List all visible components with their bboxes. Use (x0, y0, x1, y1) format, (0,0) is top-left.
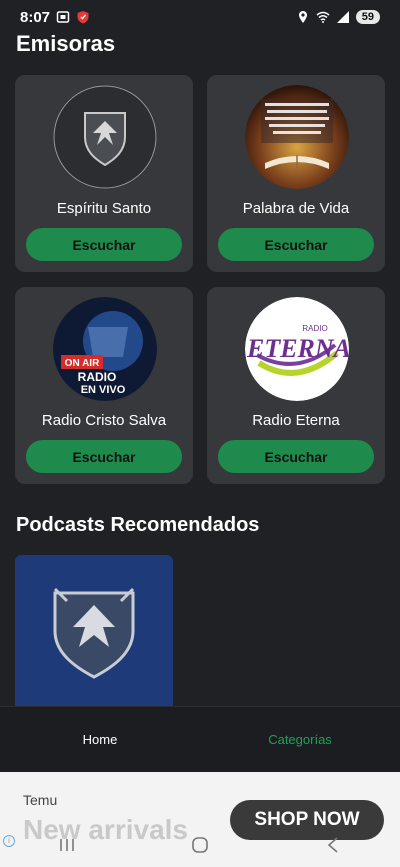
station-card-radio-eterna[interactable]: ETERNA RADIO Radio Eterna Escuchar (207, 287, 385, 484)
svg-text:ETERNA: ETERNA (246, 334, 349, 363)
listen-button[interactable]: Escuchar (26, 228, 182, 261)
podcast-card[interactable] (15, 555, 173, 707)
nav-home[interactable]: Home (0, 707, 200, 772)
ad-brand: Temu (23, 792, 58, 808)
station-card-espiritu-santo[interactable]: Espíritu Santo Escuchar (15, 75, 193, 272)
status-time: 8:07 (20, 8, 51, 26)
station-name: Radio Eterna (252, 412, 340, 429)
station-artwork (53, 85, 157, 189)
back-icon[interactable] (313, 833, 353, 857)
section-title-stations: Emisoras (16, 31, 116, 56)
svg-text:EN VIVO: EN VIVO (81, 384, 126, 396)
section-title-podcasts: Podcasts Recomendados (16, 514, 260, 536)
svg-text:RADIO: RADIO (302, 324, 327, 333)
shield-icon (77, 11, 89, 24)
listen-button[interactable]: Escuchar (218, 440, 374, 473)
station-name: Radio Cristo Salva (41, 412, 167, 429)
station-card-palabra-de-vida[interactable]: Palabra de Vida Escuchar (207, 75, 385, 272)
svg-text:RADIO: RADIO (78, 370, 117, 384)
signal-icon (336, 11, 349, 23)
bottom-navigation: Home Categorías (0, 706, 400, 772)
screenshot-icon (56, 11, 70, 23)
system-navigation-bar (0, 830, 400, 860)
station-artwork: ON AIR RADIO EN VIVO (53, 297, 157, 401)
location-icon (298, 11, 307, 23)
home-icon[interactable] (180, 833, 220, 857)
recent-apps-icon[interactable] (47, 833, 87, 857)
listen-button[interactable]: Escuchar (218, 228, 374, 261)
wifi-icon (316, 11, 330, 23)
battery-indicator: 59 (355, 10, 380, 24)
station-name: Espíritu Santo (56, 200, 152, 217)
station-name: Palabra de Vida (242, 200, 350, 217)
status-bar: 8:07 59 (0, 0, 400, 34)
station-artwork (245, 85, 349, 189)
podcast-cover-image (53, 587, 135, 679)
nav-categories[interactable]: Categorías (200, 707, 400, 772)
listen-button[interactable]: Escuchar (26, 440, 182, 473)
station-artwork: ETERNA RADIO (245, 297, 349, 401)
svg-text:ON AIR: ON AIR (65, 358, 100, 369)
station-card-radio-cristo-salva[interactable]: ON AIR RADIO EN VIVO Radio Cristo Salva … (15, 287, 193, 484)
